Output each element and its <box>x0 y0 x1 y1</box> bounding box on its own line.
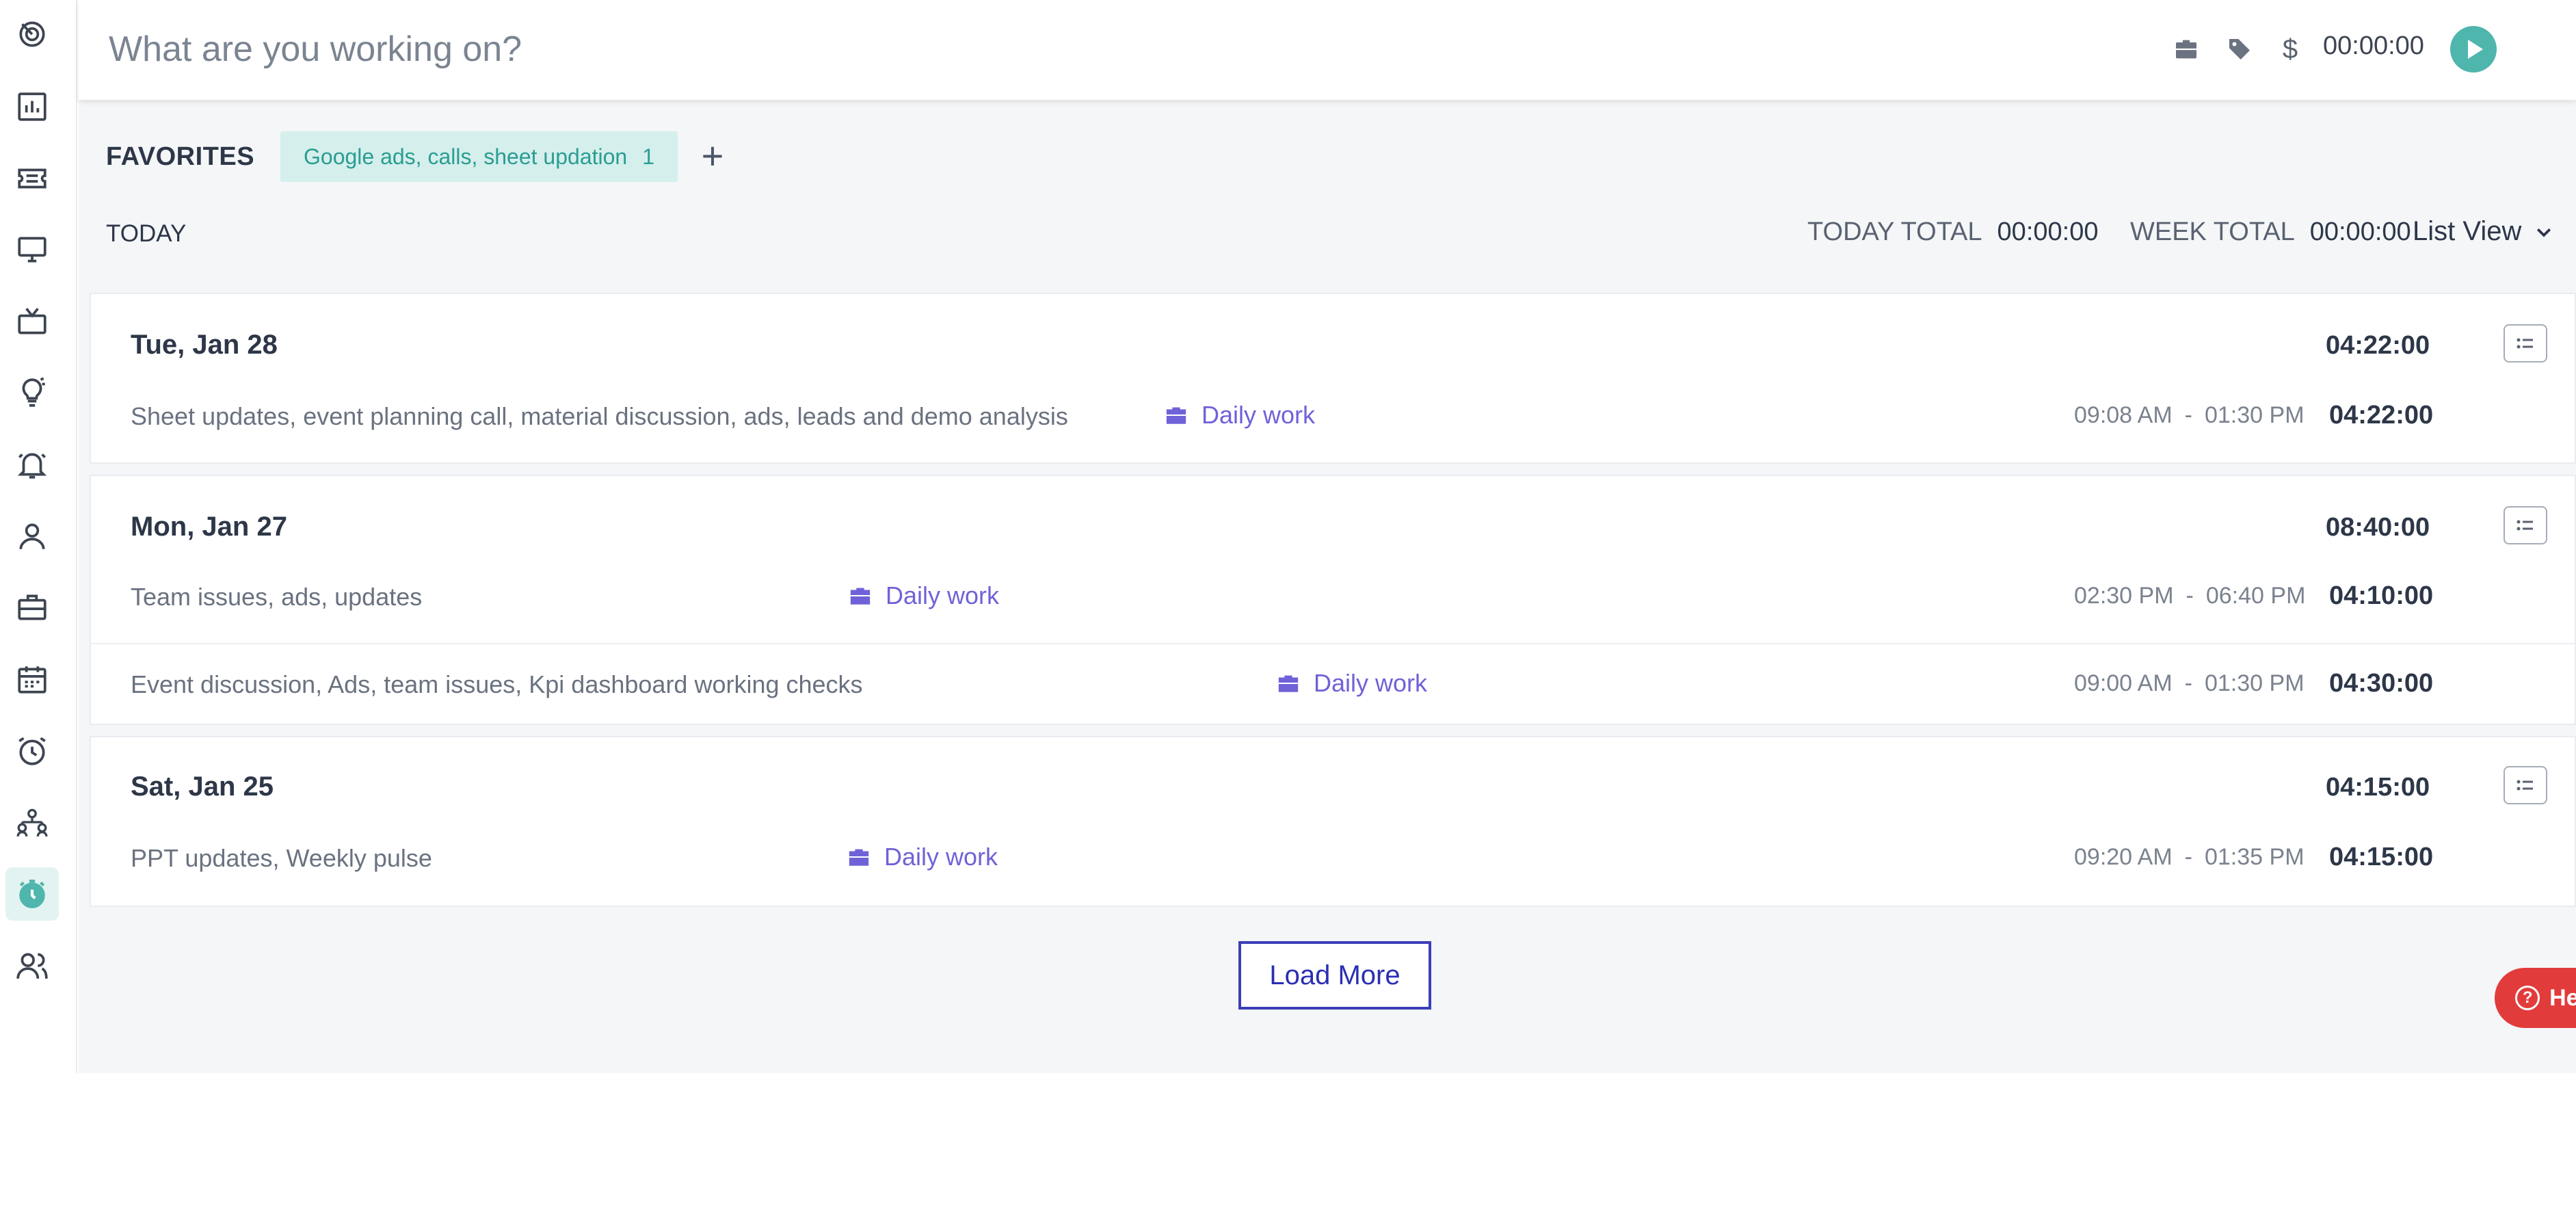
start-timer-button[interactable] <box>2450 26 2497 73</box>
entry-time-range[interactable]: 09:08 AM -01:30 PM <box>2074 402 2305 429</box>
calendar-icon[interactable] <box>5 653 59 706</box>
entry-time-range[interactable]: 02:30 PM -06:40 PM <box>2074 583 2305 609</box>
entry-end: 01:35 PM <box>2204 844 2305 870</box>
running-timer: 00:00:00 <box>2323 31 2424 60</box>
project-briefcase-icon <box>1166 407 1186 424</box>
project-briefcase-icon[interactable] <box>2171 34 2201 64</box>
today-total-value: 00:00:00 <box>1997 218 2099 246</box>
entry-project-label: Daily work <box>886 581 1000 609</box>
play-icon <box>2468 40 2483 59</box>
list-icon <box>2517 780 2533 791</box>
project-briefcase-icon <box>850 588 871 605</box>
entry-duration[interactable]: 04:15:00 <box>2329 843 2433 872</box>
entry-description[interactable]: Sheet updates, event planning call, mate… <box>131 402 1068 431</box>
today-label: TODAY <box>106 220 187 247</box>
favorite-chip[interactable]: Google ads, calls, sheet updation 1 <box>280 131 678 182</box>
team-icon[interactable] <box>5 939 59 992</box>
help-label: Help <box>2549 984 2576 1011</box>
range-separator: - <box>2186 583 2194 609</box>
dashboard-chart-icon[interactable] <box>5 80 59 133</box>
day-group: Tue, Jan 28 04:22:00 Sheet updates, even… <box>90 293 2576 464</box>
entry-end: 01:30 PM <box>2204 402 2305 428</box>
entry-project-label: Daily work <box>884 843 998 871</box>
ticket-icon[interactable] <box>5 152 59 205</box>
briefcase-icon[interactable] <box>5 581 59 634</box>
alarm-bell-icon[interactable] <box>5 438 59 491</box>
entry-project[interactable]: Daily work <box>1165 401 1315 430</box>
entry-project[interactable]: Daily work <box>849 581 999 610</box>
entry-end: 01:30 PM <box>2204 670 2305 696</box>
day-date: Sat, Jan 25 <box>131 772 274 802</box>
list-icon <box>2517 338 2533 349</box>
entry-end: 06:40 PM <box>2205 583 2306 609</box>
billable-dollar-icon[interactable]: $ <box>2275 34 2305 64</box>
favorite-chip-count: 1 <box>642 144 654 169</box>
time-entry[interactable]: Team issues, ads, updates Daily work 02:… <box>91 557 2575 637</box>
range-separator: - <box>2184 844 2192 870</box>
day-group: Sat, Jan 25 04:15:00 PPT updates, Weekly… <box>90 736 2576 907</box>
timer-bar: $ 00:00:00 + <box>79 0 2576 100</box>
day-total: 04:15:00 <box>2326 773 2430 802</box>
entry-start: 02:30 PM <box>2074 583 2174 609</box>
bulk-edit-button[interactable] <box>2504 766 2547 804</box>
entry-description[interactable]: Event discussion, Ads, team issues, Kpi … <box>131 670 863 699</box>
entry-project[interactable]: Daily work <box>1277 669 1427 698</box>
entry-project-label: Daily work <box>1314 669 1428 697</box>
main-content: $ 00:00:00 + FAVORITES Google ads, calls… <box>79 0 2576 1073</box>
range-separator: - <box>2184 402 2192 428</box>
entry-description[interactable]: Team issues, ads, updates <box>131 583 422 611</box>
tv-icon[interactable] <box>5 295 59 348</box>
bulk-edit-button[interactable] <box>2504 324 2547 363</box>
time-entry[interactable]: Sheet updates, event planning call, mate… <box>91 376 2575 457</box>
week-total-value: 00:00:00 <box>2309 218 2411 246</box>
range-separator: - <box>2184 670 2192 696</box>
timer-icon[interactable] <box>5 867 59 921</box>
monitor-icon[interactable] <box>5 223 59 276</box>
add-favorite-button[interactable]: + <box>693 137 732 175</box>
entry-duration[interactable]: 04:10:00 <box>2329 581 2433 611</box>
today-total-label: TODAY TOTAL <box>1807 218 1982 246</box>
tag-icon[interactable] <box>2225 34 2255 64</box>
entry-duration[interactable]: 04:22:00 <box>2329 401 2433 430</box>
today-total: TODAY TOTAL 00:00:00 <box>1807 218 2098 247</box>
day-total: 04:22:00 <box>2326 331 2430 360</box>
bulk-edit-button[interactable] <box>2504 506 2547 544</box>
entry-time-range[interactable]: 09:00 AM -01:30 PM <box>2074 670 2305 697</box>
logo-icon[interactable] <box>5 8 59 61</box>
time-entry[interactable]: PPT updates, Weekly pulse Daily work 09:… <box>91 818 2575 899</box>
org-chart-icon[interactable] <box>5 795 59 849</box>
entry-start: 09:00 AM <box>2074 670 2173 696</box>
project-briefcase-icon <box>849 849 869 866</box>
view-selector[interactable]: List View <box>2413 216 2554 247</box>
user-icon[interactable] <box>5 510 59 563</box>
alarm-clock-icon[interactable] <box>5 724 59 778</box>
chevron-down-icon <box>2537 228 2551 237</box>
day-total: 08:40:00 <box>2326 513 2430 542</box>
load-more-button[interactable]: Load More <box>1238 941 1431 1010</box>
help-question-icon: ? <box>2515 986 2540 1010</box>
day-date: Tue, Jan 28 <box>131 330 278 360</box>
entry-description[interactable]: PPT updates, Weekly pulse <box>131 844 432 873</box>
entry-start: 09:20 AM <box>2074 844 2173 870</box>
task-description-input[interactable] <box>109 22 2092 77</box>
day-date: Mon, Jan 27 <box>131 512 287 542</box>
favorite-chip-label: Google ads, calls, sheet updation <box>304 144 628 169</box>
entry-time-range[interactable]: 09:20 AM -01:35 PM <box>2074 844 2305 871</box>
week-total: WEEK TOTAL 00:00:00 <box>2130 218 2411 247</box>
entry-duration[interactable]: 04:30:00 <box>2329 669 2433 698</box>
entry-project-label: Daily work <box>1201 401 1316 429</box>
favorites-label: FAVORITES <box>106 142 255 171</box>
project-briefcase-icon <box>1278 675 1299 692</box>
time-entry[interactable]: Event discussion, Ads, team issues, Kpi … <box>91 643 2575 724</box>
list-icon <box>2517 520 2533 531</box>
day-group: Mon, Jan 27 08:40:00 Team issues, ads, u… <box>90 475 2576 725</box>
lightbulb-icon[interactable] <box>5 366 59 419</box>
entry-start: 09:08 AM <box>2074 402 2173 428</box>
view-selector-label: List View <box>2413 216 2522 246</box>
sidebar <box>0 0 77 1073</box>
help-button[interactable]: ? Help <box>2495 968 2576 1028</box>
week-total-label: WEEK TOTAL <box>2130 218 2295 246</box>
entry-project[interactable]: Daily work <box>847 843 998 871</box>
